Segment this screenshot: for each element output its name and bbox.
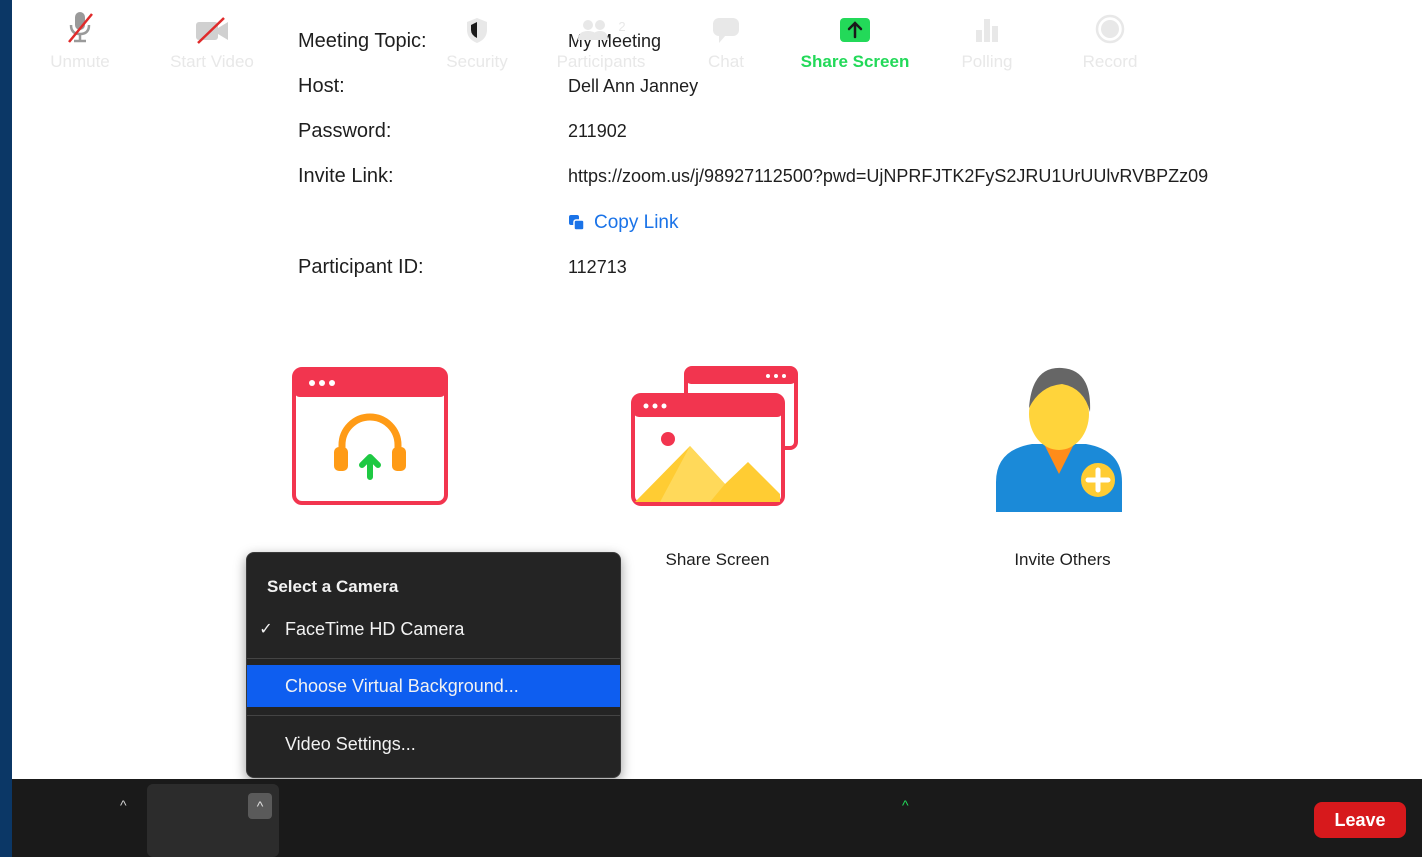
invite-link-value: https://zoom.us/j/98927112500?pwd=UjNPRF… <box>568 166 1209 186</box>
start-video-button[interactable]: Start Video <box>160 0 264 78</box>
chat-icon <box>713 18 739 43</box>
menu-item-label: Choose Virtual Background... <box>285 675 519 696</box>
share-options-chevron-icon[interactable]: ^ <box>902 797 909 813</box>
headphones-upload-icon <box>292 367 448 505</box>
share-screen-icon <box>631 366 798 506</box>
start-video-label: Start Video <box>170 52 254 71</box>
password-label: Password: <box>298 120 392 142</box>
camera-menu: Select a Camera ✓ FaceTime HD Camera Cho… <box>246 552 621 778</box>
participant-id-value: 112713 <box>568 257 627 277</box>
menu-divider <box>247 658 620 659</box>
leave-button[interactable]: Leave <box>1314 802 1406 838</box>
participant-id-label: Participant ID: <box>298 256 424 278</box>
participants-count: 2 <box>618 19 626 34</box>
copy-link-button[interactable]: Copy Link <box>568 212 679 234</box>
video-options-chevron-icon[interactable]: ^ <box>248 793 272 819</box>
muted-microphone-icon <box>68 12 93 43</box>
menu-item-label: FaceTime HD Camera <box>285 618 465 639</box>
checkmark-icon: ✓ <box>259 621 273 638</box>
meeting-topic-label: Meeting Topic: <box>298 30 427 52</box>
join-audio-tile[interactable] <box>292 367 448 505</box>
menu-item-facetime-camera[interactable]: ✓ FaceTime HD Camera <box>247 608 620 650</box>
audio-options-chevron-icon[interactable]: ^ <box>120 797 127 813</box>
security-button[interactable]: Security <box>437 0 517 78</box>
shield-icon <box>467 18 487 43</box>
menu-divider <box>247 715 620 716</box>
share-screen-tile[interactable] <box>630 366 800 508</box>
host-value: Dell Ann Janney <box>568 76 699 96</box>
invite-link-label: Invite Link: <box>298 165 394 187</box>
invite-others-tile-label: Invite Others <box>1014 550 1111 569</box>
share-screen-label: Share Screen <box>800 52 910 71</box>
security-label: Security <box>446 52 508 71</box>
menu-item-virtual-background[interactable]: Choose Virtual Background... <box>247 665 620 707</box>
share-screen-arrow-icon <box>840 18 870 42</box>
polling-label: Polling <box>961 52 1013 71</box>
share-screen-tile-label: Share Screen <box>665 550 770 569</box>
polling-button[interactable]: Polling <box>952 0 1022 78</box>
menu-item-video-settings[interactable]: Video Settings... <box>247 723 620 765</box>
record-label: Record <box>1082 52 1138 71</box>
copy-link-label: Copy Link <box>594 212 679 233</box>
video-off-icon <box>196 17 228 44</box>
polling-chart-icon <box>976 19 998 42</box>
copy-icon <box>569 215 585 231</box>
invite-others-tile[interactable] <box>992 362 1126 512</box>
unmute-button[interactable]: Unmute <box>42 0 118 78</box>
invite-person-icon <box>996 367 1122 512</box>
unmute-label: Unmute <box>50 52 110 71</box>
host-label: Host: <box>298 75 345 97</box>
record-icon <box>1095 14 1125 44</box>
share-screen-button[interactable]: Share Screen <box>796 0 914 78</box>
record-button[interactable]: Record <box>1072 0 1148 78</box>
chat-button[interactable]: Chat <box>700 0 752 78</box>
participants-button[interactable]: 2 Participants <box>548 0 654 78</box>
participants-icon <box>578 20 609 40</box>
password-value: 211902 <box>568 121 627 141</box>
camera-menu-title: Select a Camera <box>267 577 399 596</box>
participants-label: Participants <box>556 52 646 71</box>
menu-item-label: Video Settings... <box>285 733 416 754</box>
chat-label: Chat <box>708 52 744 71</box>
